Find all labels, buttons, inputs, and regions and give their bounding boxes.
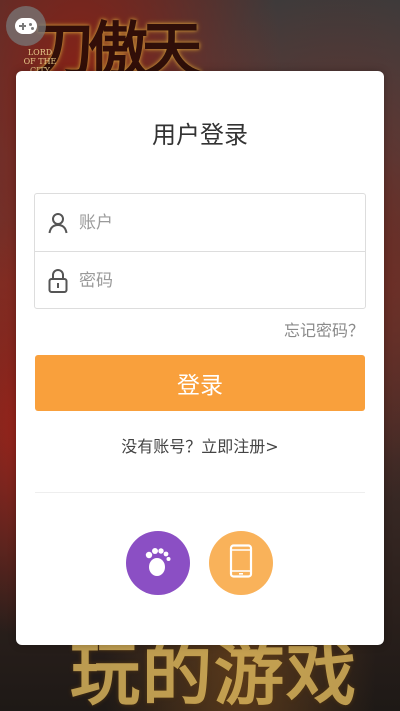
floating-gamepad-button[interactable]	[6, 6, 46, 46]
account-input[interactable]	[79, 212, 339, 233]
footprint-icon	[140, 543, 176, 583]
guest-login-button[interactable]	[126, 531, 190, 595]
register-link[interactable]: 没有账号？立即注册>	[16, 433, 384, 457]
lock-icon	[47, 267, 69, 295]
login-button[interactable]: 登录	[35, 355, 365, 411]
login-card: 用户登录 账户 忘记密码？ 登录 没有账号？立即注册>	[16, 71, 384, 645]
credentials-group	[34, 193, 366, 309]
page-title: 用户登录	[152, 121, 248, 149]
page: 刀傲天 LORD OF THE CITY 玩的游戏 用户登录	[0, 0, 400, 711]
phone-icon	[229, 544, 253, 582]
gamepad-icon	[15, 18, 37, 34]
user-icon	[47, 209, 69, 237]
password-row	[35, 251, 365, 309]
account-row	[35, 194, 365, 251]
divider	[35, 492, 365, 493]
password-input[interactable]	[79, 270, 339, 291]
forgot-password-link[interactable]: 忘记密码？	[284, 317, 364, 341]
phone-login-button[interactable]	[209, 531, 273, 595]
